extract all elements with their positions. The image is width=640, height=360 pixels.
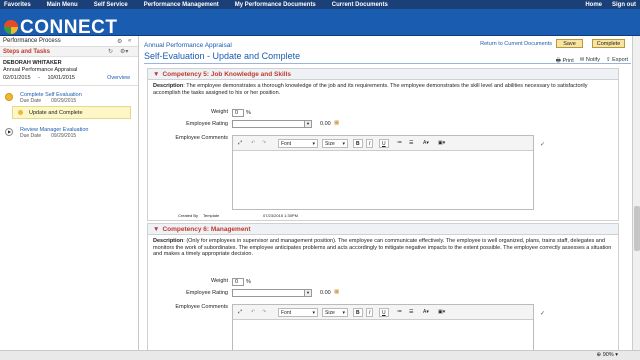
- collapse-triangle-icon[interactable]: ▼: [153, 71, 159, 78]
- maximize-icon[interactable]: ⤢: [236, 308, 244, 317]
- home-link[interactable]: Home: [585, 2, 602, 8]
- connect-logo-icon: [4, 20, 18, 34]
- status-bar: ⊕ 90% ▾: [0, 350, 640, 360]
- nav-favorites[interactable]: Favorites: [0, 2, 31, 8]
- rating-value: 0.00: [320, 121, 331, 127]
- document-type: Annual Performance Appraisal: [3, 67, 78, 73]
- created-by-name: Template: [203, 213, 220, 218]
- numbered-list-icon[interactable]: ≔: [395, 308, 404, 317]
- scrollbar-thumb[interactable]: [634, 206, 640, 251]
- employee-comments-label: Employee Comments: [175, 135, 228, 141]
- overview-link[interactable]: Overview: [107, 75, 130, 81]
- competency-5-panel: ▼ Competency 5: Job Knowledge and Skills …: [147, 68, 619, 221]
- bullet-list-icon[interactable]: ☰: [407, 139, 415, 148]
- size-select[interactable]: Size ▾: [322, 139, 348, 148]
- nav-self-service[interactable]: Self Service: [90, 2, 128, 8]
- size-select[interactable]: Size ▾: [322, 308, 348, 317]
- zoom-level[interactable]: ⊕ 90% ▾: [597, 352, 618, 358]
- steps-and-tasks-header: Steps and Tasks ↻ ⚙▾: [0, 47, 138, 57]
- weight-input[interactable]: 0: [232, 278, 244, 286]
- italic-icon[interactable]: I: [366, 308, 374, 317]
- underline-icon[interactable]: U: [379, 308, 389, 317]
- nav-main-menu[interactable]: Main Menu: [43, 2, 78, 8]
- top-nav-bar: Favorites Main Menu Self Service Perform…: [0, 0, 640, 9]
- rating-value: 0.00: [320, 290, 331, 296]
- task-complete-self-evaluation[interactable]: Complete Self Evaluation Due Date 09/29/2…: [0, 92, 138, 104]
- spellcheck-icon[interactable]: ✓: [540, 310, 545, 317]
- refresh-icon[interactable]: ↻: [108, 48, 113, 55]
- weight-label: Weight: [210, 109, 228, 115]
- undo-icon[interactable]: ↶: [249, 308, 257, 317]
- bold-icon[interactable]: B: [353, 139, 363, 148]
- competency-5-description: Description: The employee demonstrates a…: [153, 83, 588, 96]
- percent-sign: %: [246, 279, 251, 285]
- font-select[interactable]: Font ▾: [278, 308, 318, 317]
- employee-rating-select[interactable]: ▼: [232, 289, 312, 297]
- employee-comments-label: Employee Comments: [175, 304, 228, 310]
- left-panel: Performance Process ⚙ « Steps and Tasks …: [0, 36, 139, 350]
- pending-icon: ▶: [5, 128, 13, 136]
- page-title: Self-Evaluation - Update and Complete: [144, 51, 301, 61]
- comments-editor[interactable]: ⤢ ↶ ↷ Font ▾ Size ▾ B I U ≔ ☰ A▾ ▣▾ ✓: [232, 304, 545, 350]
- breadcrumb: Annual Performance Appraisal: [144, 42, 232, 49]
- text-color-icon[interactable]: A▾: [421, 308, 431, 317]
- background-color-icon[interactable]: ▣▾: [436, 308, 447, 317]
- chevron-down-icon: ▼: [304, 290, 311, 296]
- background-color-icon[interactable]: ▣▾: [436, 139, 447, 148]
- numbered-list-icon[interactable]: ≔: [395, 139, 404, 148]
- complete-button[interactable]: Complete: [592, 39, 625, 48]
- editor-toolbar: ⤢ ↶ ↷ Font ▾ Size ▾ B I U ≔ ☰ A▾ ▣▾: [233, 305, 533, 320]
- step-update-and-complete[interactable]: Update and Complete: [12, 106, 131, 119]
- competency-6-panel: ▼ Competency 6: Management Description: (…: [147, 223, 619, 350]
- employee-rating-label: Employee Rating: [186, 290, 228, 296]
- text-color-icon[interactable]: A▾: [421, 139, 431, 148]
- sign-out-link[interactable]: Sign out: [612, 2, 636, 8]
- undo-icon[interactable]: ↶: [249, 139, 257, 148]
- return-to-current-documents-link[interactable]: Return to Current Documents: [480, 41, 552, 47]
- nav-my-performance-documents[interactable]: My Performance Documents: [231, 2, 316, 8]
- collapse-triangle-icon[interactable]: ▼: [153, 226, 159, 233]
- comments-editor[interactable]: ⤢ ↶ ↷ Font ▾ Size ▾ B I U ≔ ☰ A▾ ▣▾ ✓: [232, 135, 545, 210]
- period-dates: 02/01/2015 - 10/01/2015 Overview: [3, 75, 130, 81]
- employee-rating-label: Employee Rating: [186, 121, 228, 127]
- vertical-scrollbar[interactable]: [632, 36, 640, 350]
- in-progress-icon: [5, 93, 13, 101]
- underline-icon[interactable]: U: [379, 139, 389, 148]
- redo-icon[interactable]: ↷: [260, 139, 268, 148]
- zoom-icon: ⊕: [596, 352, 602, 358]
- gear-icon[interactable]: ⚙: [117, 38, 122, 45]
- italic-icon[interactable]: I: [366, 139, 374, 148]
- settings-menu-icon[interactable]: ⚙▾: [120, 48, 128, 55]
- nav-current-documents[interactable]: Current Documents: [328, 2, 388, 8]
- editor-toolbar: ⤢ ↶ ↷ Font ▾ Size ▾ B I U ≔ ☰ A▾ ▣▾: [233, 136, 533, 151]
- weight-label: Weight: [210, 278, 228, 284]
- bold-icon[interactable]: B: [353, 308, 363, 317]
- competency-5-header[interactable]: ▼ Competency 5: Job Knowledge and Skills: [148, 69, 618, 80]
- header-banner: CONNECT Maryland Judiciary: [0, 9, 640, 41]
- document-scroll-area[interactable]: ▼ Competency 5: Job Knowledge and Skills …: [141, 65, 631, 350]
- chevron-down-icon: ▼: [304, 121, 311, 127]
- save-button[interactable]: Save: [556, 39, 583, 48]
- rating-info-icon[interactable]: ▦: [334, 289, 339, 295]
- main-content: Annual Performance Appraisal Self-Evalua…: [141, 36, 631, 350]
- employee-rating-select[interactable]: ▼: [232, 120, 312, 128]
- created-on: 07/23/2015 1:30PM: [263, 213, 298, 218]
- maximize-icon[interactable]: ⤢: [236, 139, 244, 148]
- current-step-icon: [18, 110, 23, 115]
- rating-info-icon[interactable]: ▦: [334, 120, 339, 126]
- spellcheck-icon[interactable]: ✓: [540, 141, 545, 148]
- left-panel-header: Performance Process ⚙ «: [0, 36, 138, 47]
- employee-name: DEBORAH WHITAKER: [3, 60, 62, 66]
- competency-6-description: Description: (Only for employees in supe…: [153, 238, 612, 257]
- percent-sign: %: [246, 110, 251, 116]
- nav-performance-management[interactable]: Performance Management: [140, 2, 219, 8]
- weight-input[interactable]: 0: [232, 109, 244, 117]
- competency-6-header[interactable]: ▼ Competency 6: Management: [148, 224, 618, 235]
- bullet-list-icon[interactable]: ☰: [407, 308, 415, 317]
- created-by-label: Created By: [178, 213, 199, 218]
- collapse-icon[interactable]: «: [128, 38, 131, 44]
- redo-icon[interactable]: ↷: [260, 308, 268, 317]
- font-select[interactable]: Font ▾: [278, 139, 318, 148]
- task-review-manager-evaluation[interactable]: ▶ Review Manager Evaluation Due Date 09/2…: [0, 127, 138, 139]
